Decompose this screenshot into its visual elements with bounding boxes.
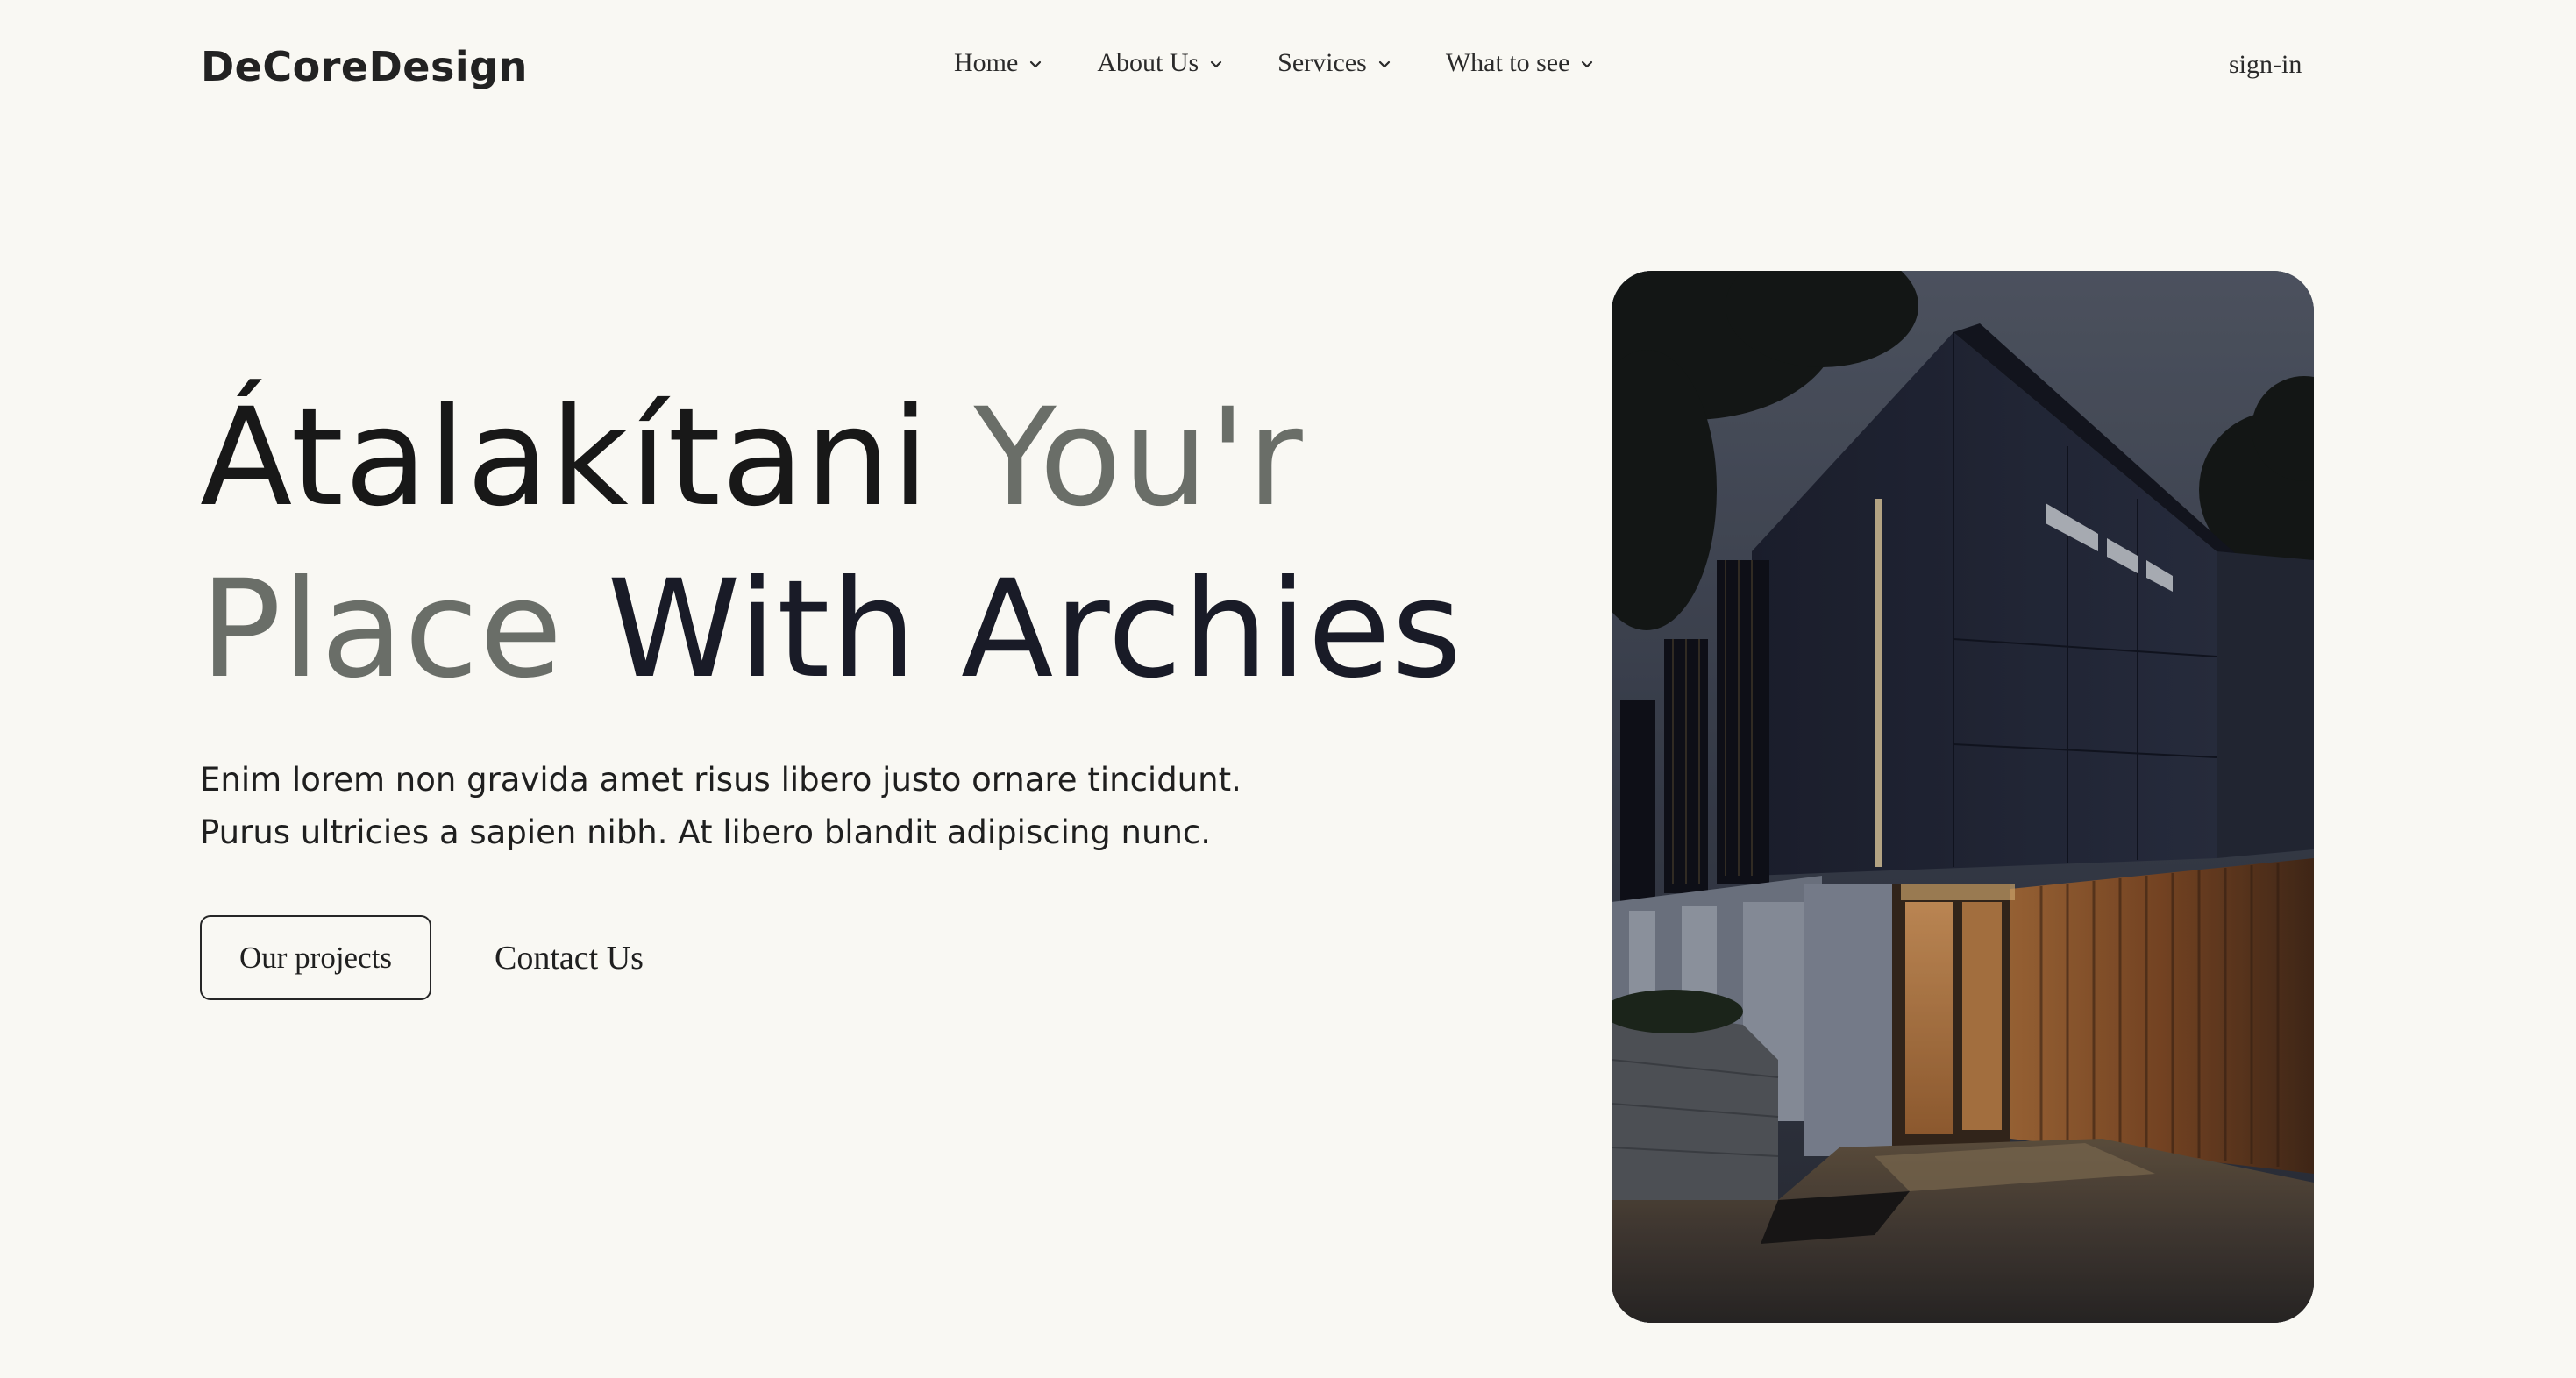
hero-house-image	[1612, 271, 2314, 1323]
nav-item-services[interactable]: Services	[1277, 42, 1393, 84]
description-line-1: Enim lorem non gravida amet risus libero…	[200, 761, 1242, 799]
headline-part-2: You'r	[973, 380, 1304, 536]
hero-headline: Átalakítani You'r Place With Archies	[200, 373, 1462, 716]
our-projects-button[interactable]: Our projects	[200, 915, 431, 1000]
headline-part-4: With Archies	[607, 551, 1463, 708]
chevron-down-icon	[1027, 55, 1044, 73]
nav-item-what-to-see[interactable]: What to see	[1446, 42, 1597, 84]
nav-item-label: What to see	[1445, 48, 1570, 77]
contact-us-button[interactable]: Contact Us	[495, 915, 644, 1000]
nav-item-about-us[interactable]: About Us	[1097, 42, 1225, 84]
description-line-2: Purus ultricies a sapien nibh. At libero…	[200, 813, 1211, 851]
hero-description: Enim lorem non gravida amet risus libero…	[200, 754, 1340, 859]
nav-item-home[interactable]: Home	[954, 42, 1044, 84]
chevron-down-icon	[1578, 55, 1596, 73]
chevron-down-icon	[1376, 55, 1393, 73]
headline-part-3: Place	[200, 551, 564, 708]
sign-in-link[interactable]: sign-in	[2229, 44, 2302, 86]
chevron-down-icon	[1207, 55, 1225, 73]
nav-item-label: About Us	[1097, 48, 1199, 77]
brand-logo[interactable]: DeCoreDesign	[201, 40, 528, 93]
main-nav: Home About Us Services What to see	[954, 42, 1648, 84]
headline-part-1: Átalakítani	[200, 380, 930, 536]
nav-item-label: Home	[954, 48, 1019, 77]
nav-item-label: Services	[1277, 48, 1367, 77]
